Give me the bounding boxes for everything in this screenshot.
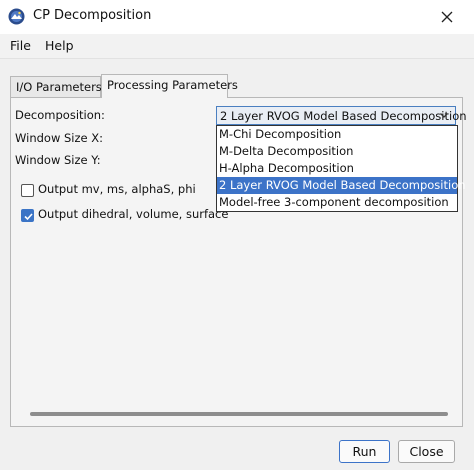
dropdown-option-m-chi[interactable]: M-Chi Decomposition (217, 126, 457, 143)
dialog-content: I/O Parameters Processing Parameters Dec… (0, 59, 474, 470)
output-dihedral-checkbox[interactable] (21, 209, 34, 222)
output-mv-checkbox[interactable] (21, 184, 34, 197)
decomposition-select[interactable]: 2 Layer RVOG Model Based Decomposition (216, 106, 467, 125)
tab-io-parameters[interactable]: I/O Parameters (10, 76, 102, 97)
decomposition-select-value: 2 Layer RVOG Model Based Decomposition (220, 109, 467, 123)
dropdown-option-2-layer-rvog[interactable]: 2 Layer RVOG Model Based Decomposition (217, 177, 466, 194)
close-button[interactable]: Close (398, 440, 455, 463)
run-button[interactable]: Run (339, 440, 390, 463)
output-dihedral-label: Output dihedral, volume, surface (38, 207, 229, 221)
menu-help[interactable]: Help (45, 38, 74, 53)
dropdown-option-h-alpha[interactable]: H-Alpha Decomposition (217, 160, 457, 177)
tab-processing-parameters[interactable]: Processing Parameters (101, 74, 238, 98)
processing-parameters-panel: Decomposition: 2 Layer RVOG Model Based … (10, 97, 467, 427)
title-bar[interactable]: CP Decomposition (0, 0, 474, 34)
window-title: CP Decomposition (33, 8, 152, 23)
dropdown-option-model-free-3-component[interactable]: Model-free 3-component decomposition (217, 194, 457, 211)
close-icon[interactable] (436, 6, 458, 28)
output-mv-label: Output mv, ms, alphaS, phi (38, 182, 196, 196)
horizontal-scrollbar[interactable] (30, 412, 448, 416)
snap-logo-icon (8, 8, 25, 25)
dropdown-option-m-delta[interactable]: M-Delta Decomposition (217, 143, 457, 160)
decomposition-label: Decomposition: (15, 108, 105, 122)
window-size-x-label: Window Size X: (15, 131, 104, 145)
menu-bar: File Help (0, 34, 474, 59)
window-size-y-label: Window Size Y: (15, 153, 101, 167)
chevron-down-icon (440, 113, 448, 118)
checkmark-icon (24, 213, 33, 221)
cp-decomposition-window: CP Decomposition File Help I/O Parameter… (0, 0, 474, 470)
menu-file[interactable]: File (10, 38, 31, 53)
decomposition-dropdown-list: M-Chi Decomposition M-Delta Decompositio… (216, 125, 466, 212)
